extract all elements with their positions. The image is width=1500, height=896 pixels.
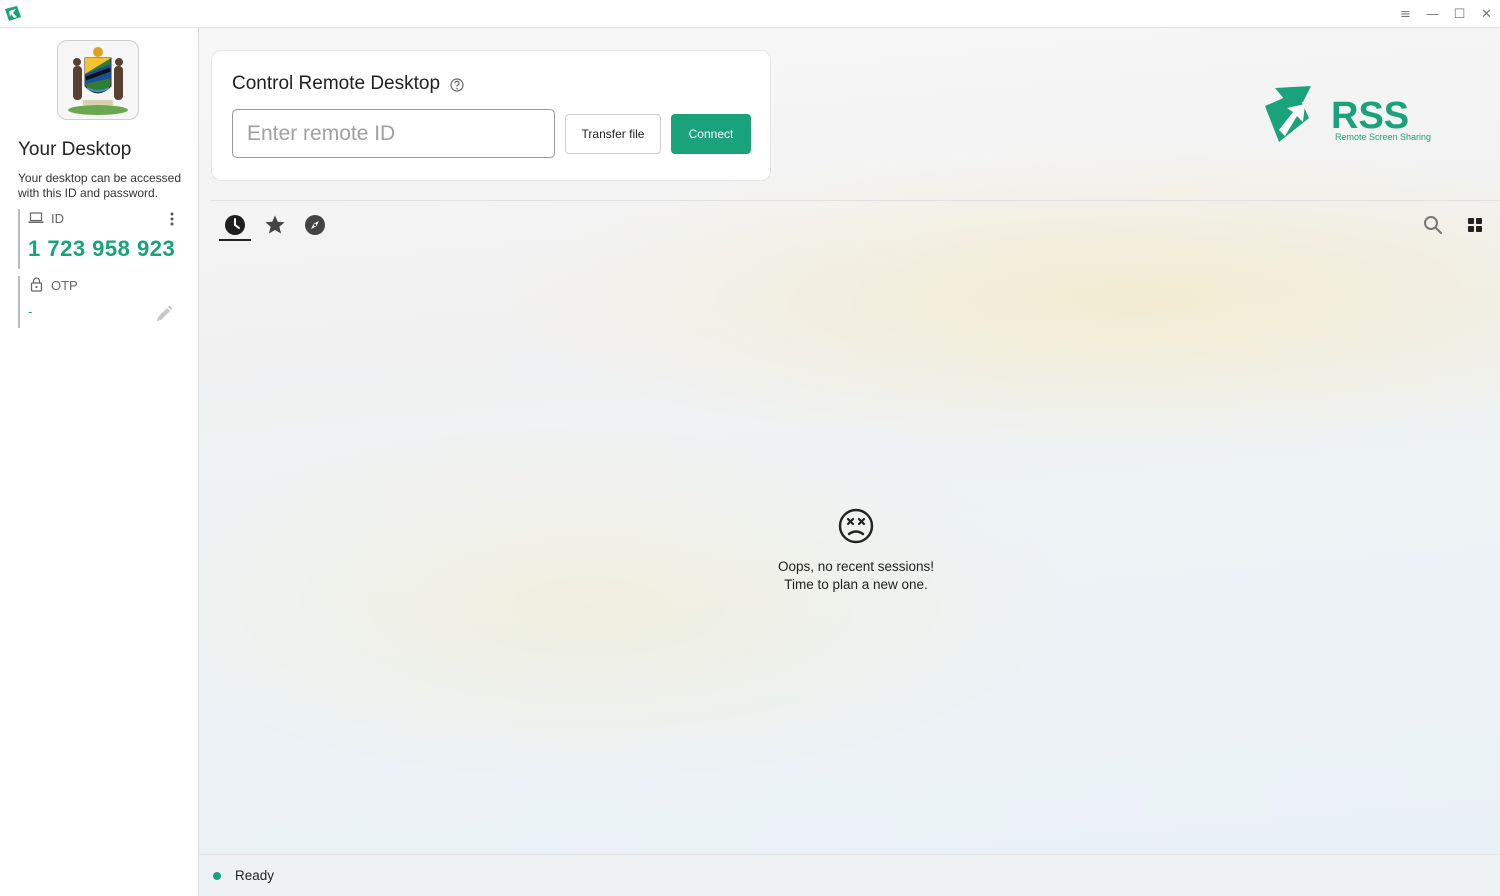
coat-of-arms-emblem (57, 40, 139, 120)
maximize-button[interactable]: ☐ (1446, 0, 1473, 28)
id-value: 1 723 958 923 (28, 236, 176, 261)
status-bar: Ready (199, 854, 1500, 896)
otp-section: OTP - (18, 276, 183, 328)
sidebar: Your Desktop Your desktop can be accesse… (0, 28, 199, 896)
your-desktop-title: Your Desktop (18, 139, 132, 160)
more-options-icon[interactable] (168, 211, 176, 227)
grid-view-icon[interactable] (1467, 217, 1483, 233)
empty-state: Oops, no recent sessions! Time to plan a… (656, 508, 1056, 594)
tab-recent-sessions[interactable] (215, 212, 255, 242)
otp-value: - (28, 304, 33, 319)
control-remote-title: Control Remote Desktop (232, 73, 441, 94)
otp-label: OTP (51, 278, 78, 293)
status-text: Ready (235, 868, 275, 883)
control-remote-card: Control Remote Desktop Transfer file Con… (211, 50, 771, 181)
minimize-button[interactable]: — (1419, 0, 1446, 28)
rss-app-icon (5, 6, 21, 21)
status-indicator-icon (213, 872, 221, 880)
id-section: ID 1 723 958 923 (18, 209, 183, 269)
rss-logo-text: RSS (1331, 95, 1409, 137)
remote-id-input[interactable] (232, 109, 555, 158)
compass-icon (305, 215, 325, 235)
id-label: ID (51, 211, 64, 226)
menu-button[interactable]: ≡ (1392, 0, 1419, 28)
clock-icon (225, 215, 245, 235)
session-tabs (215, 212, 335, 242)
help-icon[interactable] (450, 78, 464, 92)
your-desktop-description: Your desktop can be accessed with this I… (18, 171, 182, 200)
tab-favorites[interactable] (255, 212, 295, 242)
empty-state-line-1: Oops, no recent sessions! (777, 559, 935, 574)
sad-face-icon (838, 508, 874, 544)
main-area: Control Remote Desktop Transfer file Con… (199, 28, 1500, 854)
laptop-icon (28, 212, 44, 223)
transfer-file-button[interactable]: Transfer file (565, 114, 661, 154)
close-button[interactable]: ✕ (1473, 0, 1500, 28)
rss-logo: RSS Remote Screen Sharing (1265, 86, 1431, 142)
empty-state-line-2: Time to plan a new one. (784, 577, 928, 592)
rss-logo-subtext: Remote Screen Sharing (1335, 132, 1431, 142)
search-icon[interactable] (1423, 215, 1443, 235)
star-icon (265, 215, 285, 234)
window-controls: ≡ — ☐ ✕ (1392, 0, 1500, 28)
title-bar: ≡ — ☐ ✕ (0, 0, 1500, 28)
connect-button[interactable]: Connect (671, 114, 751, 154)
lock-icon (30, 277, 43, 292)
pencil-icon[interactable] (154, 304, 174, 324)
divider (211, 200, 1500, 201)
tab-discovered[interactable] (295, 212, 335, 242)
